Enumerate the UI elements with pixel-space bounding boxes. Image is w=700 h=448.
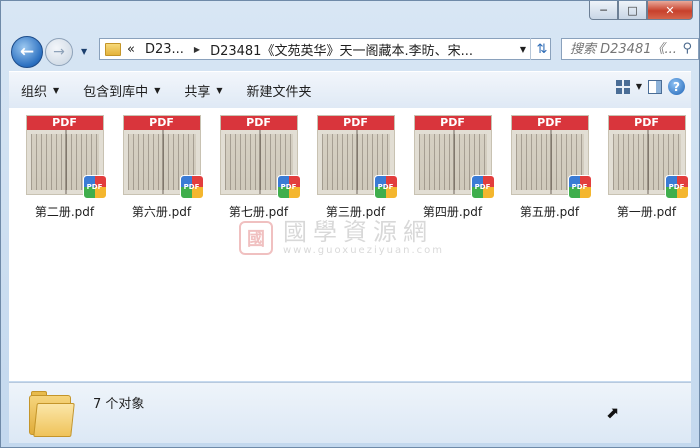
breadcrumb-overflow[interactable]: « [127, 42, 135, 57]
include-in-library-label: 包含到库中 [83, 84, 149, 100]
pdf-thumbnail: PDF PDF [413, 115, 495, 199]
breadcrumb-item-current[interactable]: D23481《文苑英华》天一阁藏本.李昉、宋... [210, 40, 473, 59]
pdf-label: PDF [220, 116, 297, 130]
search-box[interactable]: ⚲ [561, 38, 699, 60]
pdf-thumbnail: PDF PDF [122, 115, 204, 199]
view-options-chevron-icon[interactable]: ▼ [636, 82, 642, 91]
pdf-app-badge-icon: PDF [373, 175, 398, 199]
pdf-app-badge-icon: PDF [664, 175, 689, 199]
view-controls: ▼ ? [615, 78, 685, 95]
pdf-label: PDF [414, 116, 491, 130]
refresh-button[interactable]: ⇅ [530, 38, 553, 60]
file-name: 第七册.pdf [228, 205, 289, 219]
pdf-thumbnail: PDF PDF [607, 115, 689, 199]
file-name: 第五册.pdf [519, 205, 580, 219]
help-icon[interactable]: ? [668, 78, 685, 95]
close-button[interactable]: ✕ [647, 1, 693, 20]
file-list-pane[interactable]: PDF PDF 第二册.pdf PDF PDF 第六册.pdf PDF PDF … [9, 108, 691, 381]
file-item[interactable]: PDF PDF 第四册.pdf [409, 115, 496, 220]
pdf-thumbnail: PDF PDF [25, 115, 107, 199]
file-item[interactable]: PDF PDF 第二册.pdf [21, 115, 108, 220]
watermark-url: www.guoxueziyuan.com [283, 245, 444, 256]
caption-buttons: ─ □ ✕ [589, 1, 693, 20]
pdf-app-badge-icon: PDF [567, 175, 592, 199]
forward-button[interactable]: → [45, 38, 73, 66]
file-item[interactable]: PDF PDF 第七册.pdf [215, 115, 302, 220]
pdf-label: PDF [608, 116, 685, 130]
file-item[interactable]: PDF PDF 第三册.pdf [312, 115, 399, 220]
search-input[interactable] [570, 41, 678, 57]
command-bar: 组织 ▼ 包含到库中 ▼ 共享 ▼ 新建文件夹 ▼ ? [9, 71, 691, 109]
chevron-down-icon: ▼ [53, 85, 60, 95]
recent-pages-dropdown[interactable]: ▼ [81, 47, 87, 56]
pdf-thumbnail: PDF PDF [316, 115, 398, 199]
include-in-library-menu[interactable]: 包含到库中 ▼ [71, 81, 172, 100]
change-view-icon[interactable] [615, 79, 630, 94]
pdf-label: PDF [511, 116, 588, 130]
new-folder-label: 新建文件夹 [246, 84, 312, 100]
pdf-label: PDF [317, 116, 394, 130]
breadcrumb-arrow-icon[interactable]: ▶ [194, 45, 200, 54]
address-bar[interactable]: « D23... ▶ D23481《文苑英华》天一阁藏本.李昉、宋... ▼ [99, 38, 551, 60]
pdf-thumbnail: PDF PDF [219, 115, 301, 199]
pdf-app-badge-icon: PDF [276, 175, 301, 199]
back-button[interactable]: ← [11, 36, 43, 68]
chevron-down-icon: ▼ [216, 85, 223, 95]
refresh-icon: ⇅ [536, 41, 548, 57]
watermark-seal-icon: 國 [239, 220, 273, 255]
file-item[interactable]: PDF PDF 第六册.pdf [118, 115, 205, 220]
folder-icon [105, 42, 121, 56]
share-label: 共享 [184, 84, 211, 100]
organize-label: 组织 [21, 84, 48, 100]
file-name: 第六册.pdf [131, 205, 192, 219]
pdf-app-badge-icon: PDF [179, 175, 204, 199]
forward-arrow-icon: → [53, 44, 65, 60]
file-name: 第二册.pdf [34, 205, 95, 219]
watermark: 國 國學資源網 www.guoxueziyuan.com [239, 219, 444, 256]
folder-icon [29, 391, 75, 437]
explorer-window: ─ □ ✕ ← → ▼ « D23... ▶ D23481《文苑英华》天一阁藏本… [0, 0, 700, 448]
pdf-thumbnail: PDF PDF [510, 115, 592, 199]
search-icon[interactable]: ⚲ [682, 41, 692, 56]
pdf-label: PDF [123, 116, 200, 130]
mouse-cursor-icon: ⬈ [606, 403, 620, 422]
pdf-app-badge-icon: PDF [82, 175, 107, 199]
item-count: 7 个对象 [93, 397, 145, 412]
share-menu[interactable]: 共享 ▼ [172, 81, 234, 100]
file-item[interactable]: PDF PDF 第五册.pdf [506, 115, 593, 220]
details-pane: 7 个对象 ⬈ [9, 382, 691, 443]
watermark-title: 國學資源網 [283, 218, 433, 246]
minimize-button[interactable]: ─ [589, 1, 618, 20]
breadcrumb-item[interactable]: D23... [145, 42, 184, 57]
file-grid: PDF PDF 第二册.pdf PDF PDF 第六册.pdf PDF PDF … [9, 108, 691, 220]
pdf-app-badge-icon: PDF [470, 175, 495, 199]
file-name: 第一册.pdf [616, 205, 677, 219]
chevron-down-icon: ▼ [154, 85, 161, 95]
file-item[interactable]: PDF PDF 第一册.pdf [603, 115, 690, 220]
new-folder-button[interactable]: 新建文件夹 [235, 81, 324, 100]
address-dropdown-icon[interactable]: ▼ [520, 45, 526, 54]
preview-pane-icon[interactable] [648, 79, 662, 94]
pdf-label: PDF [26, 116, 103, 130]
navigation-bar: ← → ▼ « D23... ▶ D23481《文苑英华》天一阁藏本.李昉、宋.… [9, 35, 699, 69]
organize-menu[interactable]: 组织 ▼ [9, 81, 71, 100]
back-arrow-icon: ← [19, 42, 35, 62]
maximize-button[interactable]: □ [618, 1, 647, 20]
